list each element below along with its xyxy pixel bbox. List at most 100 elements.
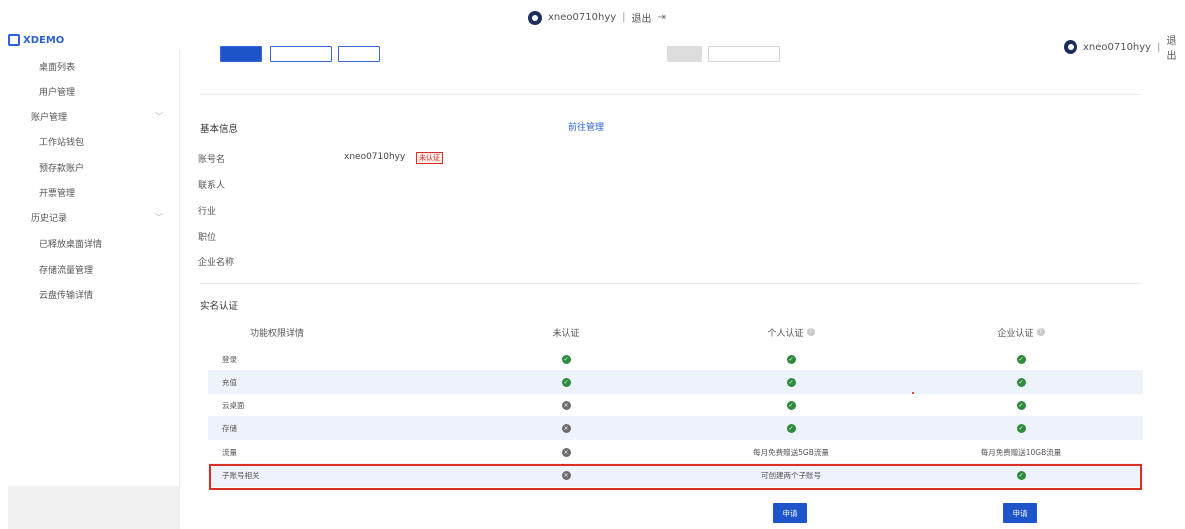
status-text: 每月免费赠送5GB流量 — [753, 447, 829, 457]
cross-icon: × — [561, 400, 571, 410]
sidebar-item-wallet[interactable]: 工作站钱包 — [0, 132, 180, 150]
status-cell: ✓ — [701, 393, 881, 417]
basic-info-title: 基本信息 — [200, 124, 239, 135]
logout-icon[interactable]: ⇥ — [658, 12, 666, 23]
sidebar-item-cloud-transfer[interactable]: 云盘传输详情 — [0, 285, 180, 303]
apply-personal-button[interactable]: 申请 — [773, 503, 807, 523]
contact-label: 联系人 — [198, 181, 226, 191]
sidebar-group-account[interactable]: 账户管理 ﹀ — [0, 107, 180, 125]
logout-link[interactable]: 退出 — [1166, 32, 1185, 62]
toolbar-button[interactable] — [270, 46, 332, 62]
divider — [200, 283, 1140, 284]
sidebar-item-label: 存储流量管理 — [39, 265, 94, 276]
sidebar-item-storage-traffic[interactable]: 存储流量管理 — [0, 260, 180, 278]
column-header-label: 未认证 — [552, 328, 580, 339]
check-icon: ✓ — [1016, 423, 1026, 433]
sidebar-item-label: 工作站钱包 — [39, 137, 85, 148]
help-icon[interactable]: ? — [806, 328, 815, 336]
cursor-dot — [912, 392, 914, 394]
status-cell: ✓ — [476, 370, 656, 394]
feature-name: 充值 — [222, 377, 237, 387]
company-label: 企业名称 — [198, 258, 235, 268]
check-icon: ✓ — [1016, 400, 1026, 410]
sidebar-item-label: 云盘传输详情 — [39, 290, 94, 301]
status-cell: ✓ — [701, 347, 881, 371]
status-cell: ✓ — [931, 347, 1111, 371]
column-header: 功能权限详情 — [250, 328, 305, 339]
avatar[interactable] — [1064, 40, 1077, 54]
sidebar-item-label: 历史记录 — [31, 213, 68, 224]
divider — [200, 94, 1140, 95]
logout-link[interactable]: 退出 — [632, 10, 652, 25]
sidebar-item-label: 用户管理 — [39, 87, 76, 98]
table-row: 流量 × 每月免费赠送5GB流量 每月免费赠送10GB流量 — [208, 440, 1143, 464]
check-icon: ✓ — [786, 423, 796, 433]
status-cell: × — [476, 393, 656, 417]
column-header-label: 企业认证 — [997, 328, 1034, 339]
app-logo[interactable]: XDEMO — [8, 34, 64, 46]
sidebar-item-label: 已释放桌面详情 — [39, 239, 103, 250]
status-cell: ✓ — [701, 370, 881, 394]
logo-icon — [8, 34, 20, 46]
table-row: 充值 ✓ ✓ ✓ — [208, 370, 1143, 394]
table-row: 存储 × ✓ ✓ — [208, 416, 1143, 440]
separator: | — [622, 12, 626, 23]
cross-icon: × — [561, 447, 571, 457]
user-menu-right: xneo0710hyy | 退出 — [1064, 32, 1185, 62]
feature-name: 云桌面 — [222, 400, 245, 410]
help-icon[interactable]: ? — [1036, 328, 1045, 336]
position-label: 职位 — [198, 233, 217, 243]
column-header: 企业认证? — [931, 320, 1111, 344]
toolbar-button-disabled — [708, 46, 780, 62]
feature-name: 流量 — [222, 447, 237, 457]
table-header-row: 功能权限详情 未认证 个人认证? 企业认证? — [208, 320, 1143, 344]
highlight-box — [209, 464, 1142, 490]
sidebar-item-released-desktops[interactable]: 已释放桌面详情 — [0, 234, 180, 252]
sidebar-item-invoice[interactable]: 开票管理 — [0, 183, 180, 201]
status-cell: ✓ — [931, 393, 1111, 417]
check-icon: ✓ — [786, 400, 796, 410]
check-icon: ✓ — [561, 354, 571, 364]
sidebar-item-prepaid[interactable]: 预存款账户 — [0, 158, 180, 176]
check-icon: ✓ — [786, 377, 796, 387]
status-text: 每月免费赠送10GB流量 — [980, 447, 1062, 457]
status-cell: ✓ — [701, 416, 881, 440]
separator: | — [1157, 41, 1161, 53]
status-badge: 未认证 — [416, 152, 443, 164]
username[interactable]: xneo0710hyy — [1083, 42, 1151, 53]
account-label: 账号名 — [198, 155, 226, 165]
feature-name: 存储 — [222, 423, 237, 433]
sidebar: 桌面列表 用户管理 账户管理 ﹀ 工作站钱包 预存款账户 开票管理 历史记录 ﹀ 已… — [0, 50, 180, 529]
cross-icon: × — [561, 423, 571, 433]
status-cell: ✓ — [931, 416, 1111, 440]
user-menu-center: xneo0710hyy | 退出 ⇥ — [528, 10, 666, 25]
column-header: 个人认证? — [701, 320, 881, 344]
apply-enterprise-button[interactable]: 申请 — [1003, 503, 1037, 523]
status-cell: × — [476, 416, 656, 440]
column-header-label: 个人认证 — [767, 328, 804, 339]
column-header: 未认证 — [476, 320, 656, 344]
avatar[interactable] — [528, 10, 542, 25]
logo-text: XDEMO — [23, 34, 65, 46]
toolbar-button[interactable] — [220, 46, 262, 62]
sidebar-item-desktop-list[interactable]: 桌面列表 — [0, 57, 180, 75]
username[interactable]: xneo0710hyy — [548, 12, 616, 23]
sidebar-footer — [8, 486, 180, 529]
table-row: 云桌面 × ✓ ✓ — [208, 393, 1143, 417]
check-icon: ✓ — [1016, 354, 1026, 364]
industry-label: 行业 — [198, 207, 217, 217]
table-row: 登录 ✓ ✓ ✓ — [208, 347, 1143, 371]
sidebar-item-label: 账户管理 — [31, 112, 68, 123]
toolbar-button-disabled — [667, 46, 702, 62]
sidebar-item-user-management[interactable]: 用户管理 — [0, 82, 180, 100]
toolbar-button[interactable] — [338, 46, 380, 62]
sidebar-item-label: 开票管理 — [39, 188, 76, 199]
manage-link[interactable]: 前往管理 — [568, 120, 604, 133]
check-icon: ✓ — [561, 377, 571, 387]
status-cell: ✓ — [476, 347, 656, 371]
chevron-down-icon: ﹀ — [155, 213, 163, 222]
verification-title: 实名认证 — [200, 301, 239, 312]
sidebar-group-history[interactable]: 历史记录 ﹀ — [0, 208, 180, 226]
check-icon: ✓ — [786, 354, 796, 364]
check-icon: ✓ — [1016, 377, 1026, 387]
